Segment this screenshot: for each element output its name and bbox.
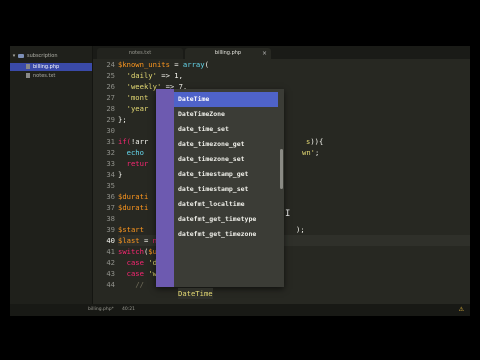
line-number: 35 (106, 181, 115, 190)
line-number: 30 (106, 126, 115, 135)
close-icon[interactable]: × (262, 48, 267, 59)
autocomplete-item[interactable]: date_timestamp_get (174, 167, 278, 182)
status-file: billing.php* (88, 307, 114, 312)
autocomplete-type-stripe (156, 89, 174, 287)
sidebar-folder-subscription[interactable]: ▾ subscription (10, 52, 92, 60)
tab-bar: notes.txt billing.php × (93, 46, 470, 59)
file-label: billing.php (33, 64, 60, 70)
line-number: 42 (106, 258, 115, 267)
autocomplete-scrollbar[interactable] (280, 149, 283, 189)
line-number: 31 (106, 137, 115, 146)
tab-label: notes.txt (128, 50, 152, 56)
chevron-down-icon[interactable]: ▾ (10, 52, 18, 60)
line-number: 36 (106, 192, 115, 201)
line-number: 26 (106, 82, 115, 91)
sidebar: ▾ subscription billing.php notes.txt (10, 46, 93, 304)
line-number: 44 (106, 280, 115, 289)
line-number: 24 (106, 60, 115, 69)
autocomplete-item[interactable]: date_timestamp_set (174, 182, 278, 197)
status-bar: billing.php* 40:21 ⚠ (10, 304, 470, 316)
status-position: 40:21 (122, 307, 135, 312)
line-number: 32 (106, 148, 115, 157)
folder-icon (18, 53, 24, 58)
line-number: 40 (106, 236, 115, 245)
autocomplete-item[interactable]: DateTime (174, 92, 278, 107)
code-line: $known_units = array( (118, 60, 209, 69)
line-number: 37 (106, 203, 115, 212)
line-number: 27 (106, 93, 115, 102)
line-number: 38 (106, 214, 115, 223)
autocomplete-popup[interactable]: DateTime DateTimeZone date_time_set date_ti… (156, 89, 284, 287)
warning-icon[interactable]: ⚠ (459, 304, 464, 316)
autocomplete-item[interactable]: datefmt_get_timetype (174, 212, 278, 227)
autocomplete-item[interactable]: datefmt_localtime (174, 197, 278, 212)
file-icon (26, 64, 30, 69)
sidebar-file-billing[interactable]: billing.php (10, 63, 92, 71)
sidebar-file-notes[interactable]: notes.txt (10, 72, 92, 80)
tab-billing[interactable]: billing.php × (185, 48, 271, 59)
folder-label: subscription (27, 53, 58, 59)
autocomplete-item[interactable]: date_time_set (174, 122, 278, 137)
line-number: 39 (106, 225, 115, 234)
autocomplete-item[interactable]: DateTimeZone (174, 107, 278, 122)
tab-label: billing.php (214, 50, 242, 56)
file-label: notes.txt (33, 73, 56, 79)
editor-window: ▾ subscription billing.php notes.txt note… (10, 46, 470, 316)
tab-notes[interactable]: notes.txt (97, 48, 183, 59)
file-icon (26, 73, 30, 78)
mouse-cursor-icon: I (285, 209, 291, 219)
autocomplete-item[interactable]: date_timezone_set (174, 152, 278, 167)
line-number: 33 (106, 159, 115, 168)
line-number: 28 (106, 104, 115, 113)
code-line: 'daily' => 1, (126, 71, 183, 80)
line-number: 43 (106, 269, 115, 278)
autocomplete-item[interactable]: datefmt_get_timezone (174, 227, 278, 242)
line-number: 25 (106, 71, 115, 80)
line-number: 29 (106, 115, 115, 124)
line-number: 34 (106, 170, 115, 179)
autocomplete-item[interactable]: date_timezone_get (174, 137, 278, 152)
typed-completion: DateTime (178, 288, 213, 299)
line-gutter: 24 25 26 27 28 29 30 31 32 33 34 35 36 37 38 39 40 41 42 43… (93, 59, 115, 304)
line-number: 41 (106, 247, 115, 256)
